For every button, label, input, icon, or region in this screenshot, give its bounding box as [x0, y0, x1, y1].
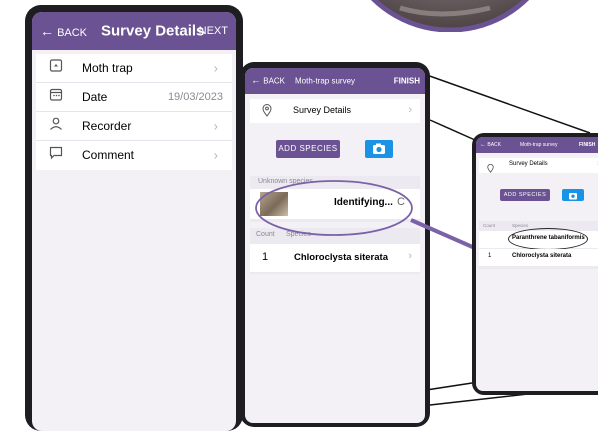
highlight-ellipse [508, 228, 588, 250]
species-row[interactable]: 1 Chloroclysta siterata [479, 249, 598, 266]
back-button[interactable]: ← BACK [480, 142, 501, 148]
count-header: Count [483, 223, 496, 228]
species-row[interactable]: Paranthrene tabaniformis [479, 228, 598, 250]
location-pin-icon [487, 160, 494, 178]
add-species-button[interactable]: ADD SPECIES [500, 189, 550, 201]
phone-moth-trap-survey-identified: ← BACK Moth-trap survey FINISH Survey De… [472, 133, 598, 395]
finish-button[interactable]: FINISH [579, 142, 595, 148]
survey-details-row[interactable]: Survey Details › [479, 158, 598, 174]
species-header: Species [512, 223, 529, 228]
app-header: ← BACK Moth-trap survey FINISH [476, 137, 598, 153]
camera-button[interactable] [562, 189, 584, 201]
survey-details-label: Survey Details [509, 161, 548, 167]
camera-icon [569, 193, 577, 200]
page-title: Moth-trap survey [520, 142, 558, 148]
species-name: Chloroclysta siterata [512, 253, 572, 259]
back-arrow-icon: ← [480, 142, 486, 148]
species-count: 1 [488, 253, 492, 259]
species-table: Count Species Paranthrene tabaniformis 1… [479, 221, 598, 269]
